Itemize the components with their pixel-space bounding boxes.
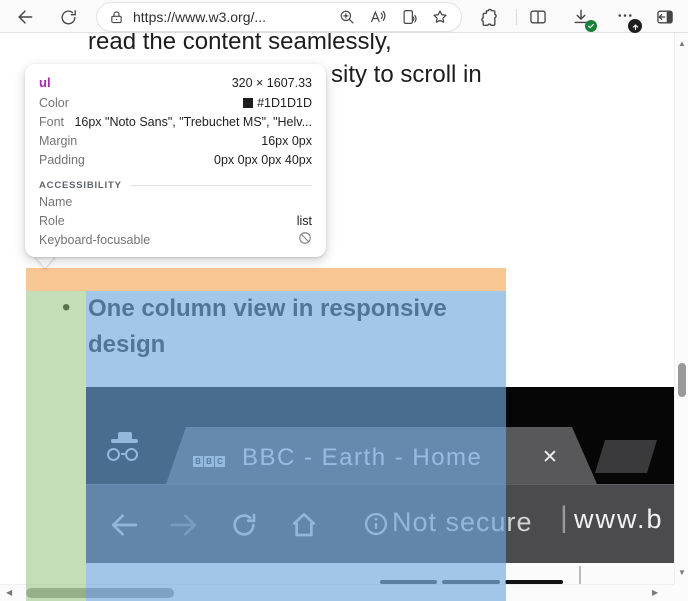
favorite-button[interactable] <box>431 8 449 26</box>
read-aloud-icon <box>369 8 387 26</box>
inspect-row-label: Name <box>39 195 72 209</box>
sidebar-toggle-icon <box>655 7 675 27</box>
screenshot-not-secure-label: Not secure <box>392 507 533 538</box>
url-text[interactable]: https://www.w3.org/... <box>133 9 325 25</box>
screenshot-forward-icon <box>168 509 200 541</box>
back-icon <box>15 7 35 27</box>
bbc-favicon: BBC <box>193 451 226 469</box>
inspect-row-label: Font <box>39 115 64 129</box>
star-icon <box>431 8 449 26</box>
browser-toolbar: https://www.w3.org/... <box>0 0 688 33</box>
refresh-icon <box>59 8 78 27</box>
inspect-padding-value: 0px 0px 0px 40px <box>214 153 312 167</box>
paragraph-line-2-fragment: sity to scroll in <box>331 59 482 91</box>
puzzle-icon <box>479 7 499 27</box>
list-item-heading: One column view in responsive design <box>88 291 486 363</box>
split-screen-icon <box>528 7 548 27</box>
inspect-row-label: Padding <box>39 153 85 167</box>
zoom-button[interactable] <box>338 8 356 26</box>
scroll-down-arrow[interactable]: ▼ <box>678 569 686 577</box>
inspect-role-value: list <box>297 214 312 228</box>
vertical-scrollbar[interactable]: ▲ ▼ <box>674 33 688 584</box>
refresh-button[interactable] <box>55 4 81 30</box>
inspect-row-label: Margin <box>39 134 77 148</box>
split-screen-button[interactable] <box>525 4 551 30</box>
inspect-tag-name: ul <box>39 75 51 90</box>
inspect-color-value: #1D1D1D <box>243 96 312 110</box>
device-audio-icon <box>400 8 418 26</box>
inspect-tooltip: ul 320 × 1607.33 Color #1D1D1D Font 16px… <box>25 64 326 257</box>
settings-more-button[interactable] <box>612 4 638 30</box>
screenshot-refresh-icon <box>228 509 260 541</box>
accessibility-section-header: ACCESSIBILITY <box>39 178 312 192</box>
download-complete-badge <box>585 20 597 32</box>
sidebar-toggle-button[interactable] <box>652 4 678 30</box>
screenshot-strip-divider <box>579 566 581 585</box>
inspect-row-label: Role <box>39 214 65 228</box>
scroll-up-arrow[interactable]: ▲ <box>678 40 686 48</box>
screenshot-back-icon <box>108 509 140 541</box>
color-swatch <box>243 98 253 108</box>
horizontal-scrollbar-thumb[interactable] <box>26 588 174 598</box>
read-aloud-button[interactable] <box>369 8 387 26</box>
inspect-font-value: 16px "Noto Sans", "Trebuchet MS", "Helv.… <box>74 115 312 129</box>
inspect-margin-value: 16px 0px <box>261 134 312 148</box>
screenshot-background-tab <box>595 440 657 473</box>
screenshot-url-text: www.b <box>574 504 664 535</box>
screenshot-info-icon <box>362 510 390 538</box>
screenshot-tab-title: BBC - Earth - Home <box>242 444 482 472</box>
screenshot-tab-bar: BBC BBC - Earth - Home ✕ <box>86 387 674 484</box>
inspect-element-size: 320 × 1607.33 <box>232 76 312 90</box>
scroll-right-arrow[interactable]: ▶ <box>652 589 658 597</box>
list-bullet: • <box>62 294 70 322</box>
inspect-row-label: Keyboard-focusable <box>39 233 150 247</box>
lock-icon <box>109 10 124 25</box>
scroll-left-arrow[interactable]: ◀ <box>6 589 12 597</box>
screen: read the content seamlessly, sity to scr… <box>0 0 688 601</box>
tab-audio-button[interactable] <box>400 8 418 26</box>
address-bar[interactable]: https://www.w3.org/... <box>97 3 461 31</box>
embedded-screenshot: BBC BBC - Earth - Home ✕ Not secure | ww… <box>86 387 674 585</box>
downloads-button[interactable] <box>568 4 594 30</box>
update-available-badge <box>628 19 642 33</box>
inspect-margin-overlay <box>26 268 506 291</box>
not-focusable-icon <box>298 231 312 248</box>
inspect-padding-overlay <box>26 291 86 601</box>
screenshot-home-icon <box>288 509 320 541</box>
scrollbar-corner <box>674 584 688 601</box>
horizontal-scrollbar[interactable]: ◀ ▶ <box>0 584 674 601</box>
back-button[interactable] <box>12 4 38 30</box>
screenshot-url-divider: | <box>560 501 568 535</box>
extensions-button[interactable] <box>476 4 502 30</box>
toolbar-divider <box>516 9 517 25</box>
inspect-row-label: Color <box>39 96 69 110</box>
vertical-scrollbar-thumb[interactable] <box>678 363 686 397</box>
screenshot-tab-close-icon: ✕ <box>542 446 558 469</box>
magnifier-plus-icon <box>338 8 356 26</box>
